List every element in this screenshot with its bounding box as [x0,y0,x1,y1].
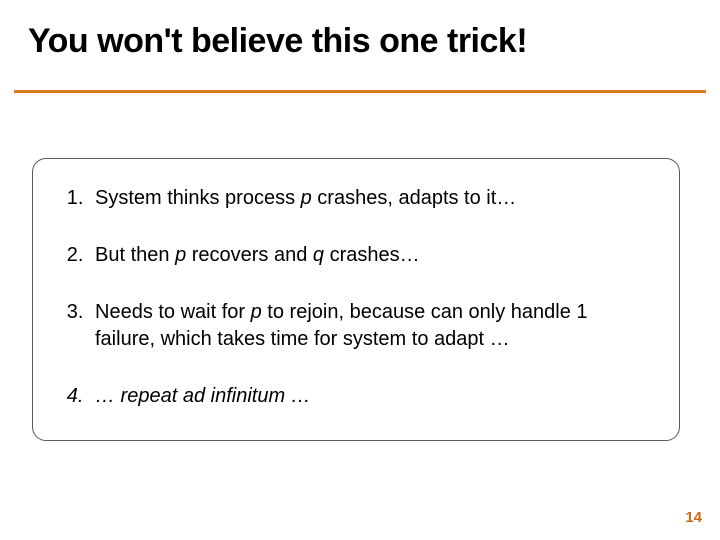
step-text: Needs to wait for [95,301,251,323]
slide-title: You won't believe this one trick! [28,22,692,61]
step-text: … repeat ad infinitum … [95,385,311,407]
step-em: p [175,244,186,266]
title-underline [14,90,706,93]
step-text: recovers and [186,244,313,266]
step-text: System thinks process [95,187,301,209]
content-box: System thinks process p crashes, adapts … [32,158,680,441]
step-text: crashes… [324,244,420,266]
step-em: q [313,244,324,266]
slide: You won't believe this one trick! System… [0,0,720,540]
list-item: But then p recovers and q crashes… [89,242,651,269]
list-item-final: … repeat ad infinitum … [89,383,651,410]
step-text: But then [95,244,175,266]
page-number: 14 [685,509,702,526]
list-item: System thinks process p crashes, adapts … [89,185,651,212]
step-em: p [251,301,262,323]
step-list: System thinks process p crashes, adapts … [55,185,651,410]
step-em: p [301,187,312,209]
list-item: Needs to wait for p to rejoin, because c… [89,299,651,353]
step-text: crashes, adapts to it… [312,187,517,209]
